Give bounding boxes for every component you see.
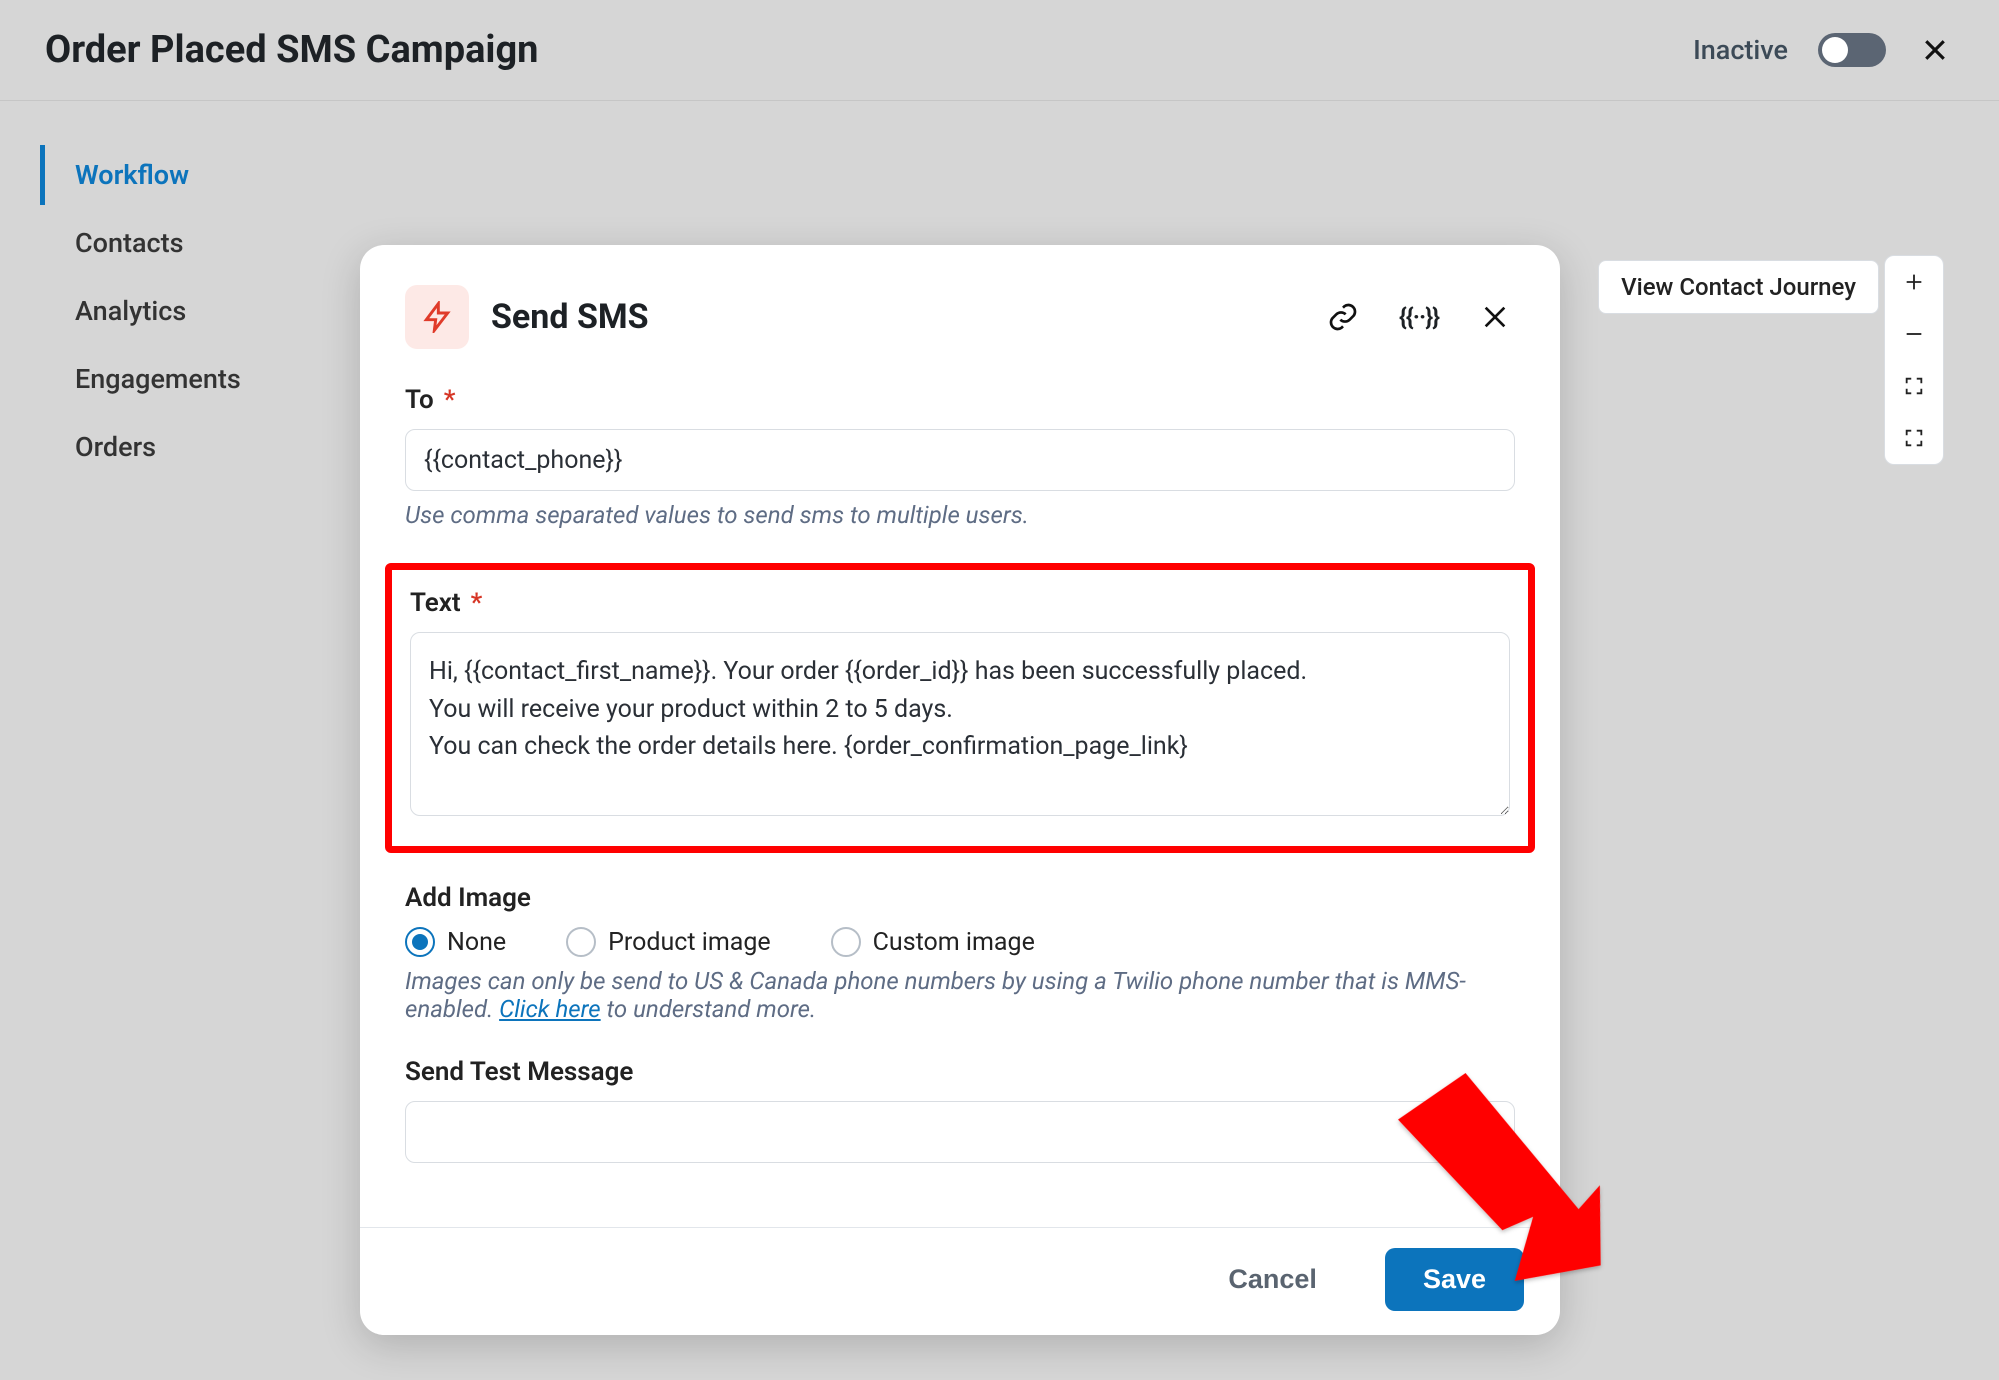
expand-icon xyxy=(1903,427,1925,449)
close-modal-button[interactable] xyxy=(1475,297,1515,337)
zoom-out-button[interactable] xyxy=(1885,308,1943,360)
test-message-label: Send Test Message xyxy=(405,1057,633,1087)
sidebar-item-engagements[interactable]: Engagements xyxy=(40,349,340,409)
view-contact-journey-button[interactable]: View Contact Journey xyxy=(1598,260,1879,314)
insert-link-button[interactable] xyxy=(1323,297,1363,337)
mms-learn-more-link[interactable]: Click here xyxy=(499,995,601,1023)
radio-product-image[interactable]: Product image xyxy=(566,927,771,957)
send-sms-modal: Send SMS {{··}} xyxy=(360,245,1560,1335)
sidebar-item-analytics[interactable]: Analytics xyxy=(40,281,340,341)
plus-icon xyxy=(1903,271,1925,293)
radio-label: Product image xyxy=(608,928,771,957)
field-to: To * Use comma separated values to send … xyxy=(405,385,1515,529)
page-header: Order Placed SMS Campaign Inactive xyxy=(0,0,1999,101)
radio-label: None xyxy=(447,928,506,957)
status-label: Inactive xyxy=(1693,34,1788,66)
add-image-label: Add Image xyxy=(405,883,531,913)
modal-title: Send SMS xyxy=(491,297,649,337)
close-icon xyxy=(1920,35,1950,65)
lightning-icon xyxy=(421,301,453,333)
radio-icon xyxy=(405,927,435,957)
save-button[interactable]: Save xyxy=(1385,1248,1524,1311)
radio-custom-image[interactable]: Custom image xyxy=(831,927,1035,957)
toggle-knob xyxy=(1822,37,1848,63)
minus-icon xyxy=(1903,323,1925,345)
fullscreen-button[interactable] xyxy=(1885,412,1943,464)
close-page-button[interactable] xyxy=(1916,31,1954,69)
sidebar-item-workflow[interactable]: Workflow xyxy=(40,145,340,205)
active-toggle[interactable] xyxy=(1818,33,1886,67)
zoom-in-button[interactable] xyxy=(1885,256,1943,308)
braces-icon: {{··}} xyxy=(1399,303,1439,331)
text-input[interactable] xyxy=(410,632,1510,816)
sidebar-item-contacts[interactable]: Contacts xyxy=(40,213,340,273)
text-label: Text xyxy=(410,588,461,618)
required-marker: * xyxy=(444,385,456,415)
radio-icon xyxy=(831,927,861,957)
test-message-input[interactable] xyxy=(405,1101,1515,1163)
canvas-zoom-controls xyxy=(1884,255,1944,465)
sidebar: Workflow Contacts Analytics Engagements … xyxy=(40,145,340,485)
link-icon xyxy=(1327,301,1359,333)
close-icon xyxy=(1479,301,1511,333)
to-label: To xyxy=(405,385,434,415)
insert-variable-button[interactable]: {{··}} xyxy=(1399,297,1439,337)
radio-icon xyxy=(566,927,596,957)
to-input[interactable] xyxy=(405,429,1515,491)
fit-icon xyxy=(1903,375,1925,397)
radio-none[interactable]: None xyxy=(405,927,506,957)
sidebar-item-orders[interactable]: Orders xyxy=(40,417,340,477)
modal-footer: Cancel Save xyxy=(360,1227,1560,1335)
to-helper: Use comma separated values to send sms t… xyxy=(405,501,1515,529)
fit-screen-button[interactable] xyxy=(1885,360,1943,412)
action-icon-badge xyxy=(405,285,469,349)
radio-label: Custom image xyxy=(873,928,1035,957)
field-test-message: Send Test Message xyxy=(405,1057,1515,1163)
cancel-button[interactable]: Cancel xyxy=(1190,1248,1355,1311)
field-add-image: Add Image None Product image xyxy=(405,883,1515,1023)
page-title: Order Placed SMS Campaign xyxy=(45,28,538,72)
add-image-helper: Images can only be send to US & Canada p… xyxy=(405,967,1515,1023)
text-field-highlight: Text * xyxy=(385,563,1535,853)
required-marker: * xyxy=(471,588,483,618)
